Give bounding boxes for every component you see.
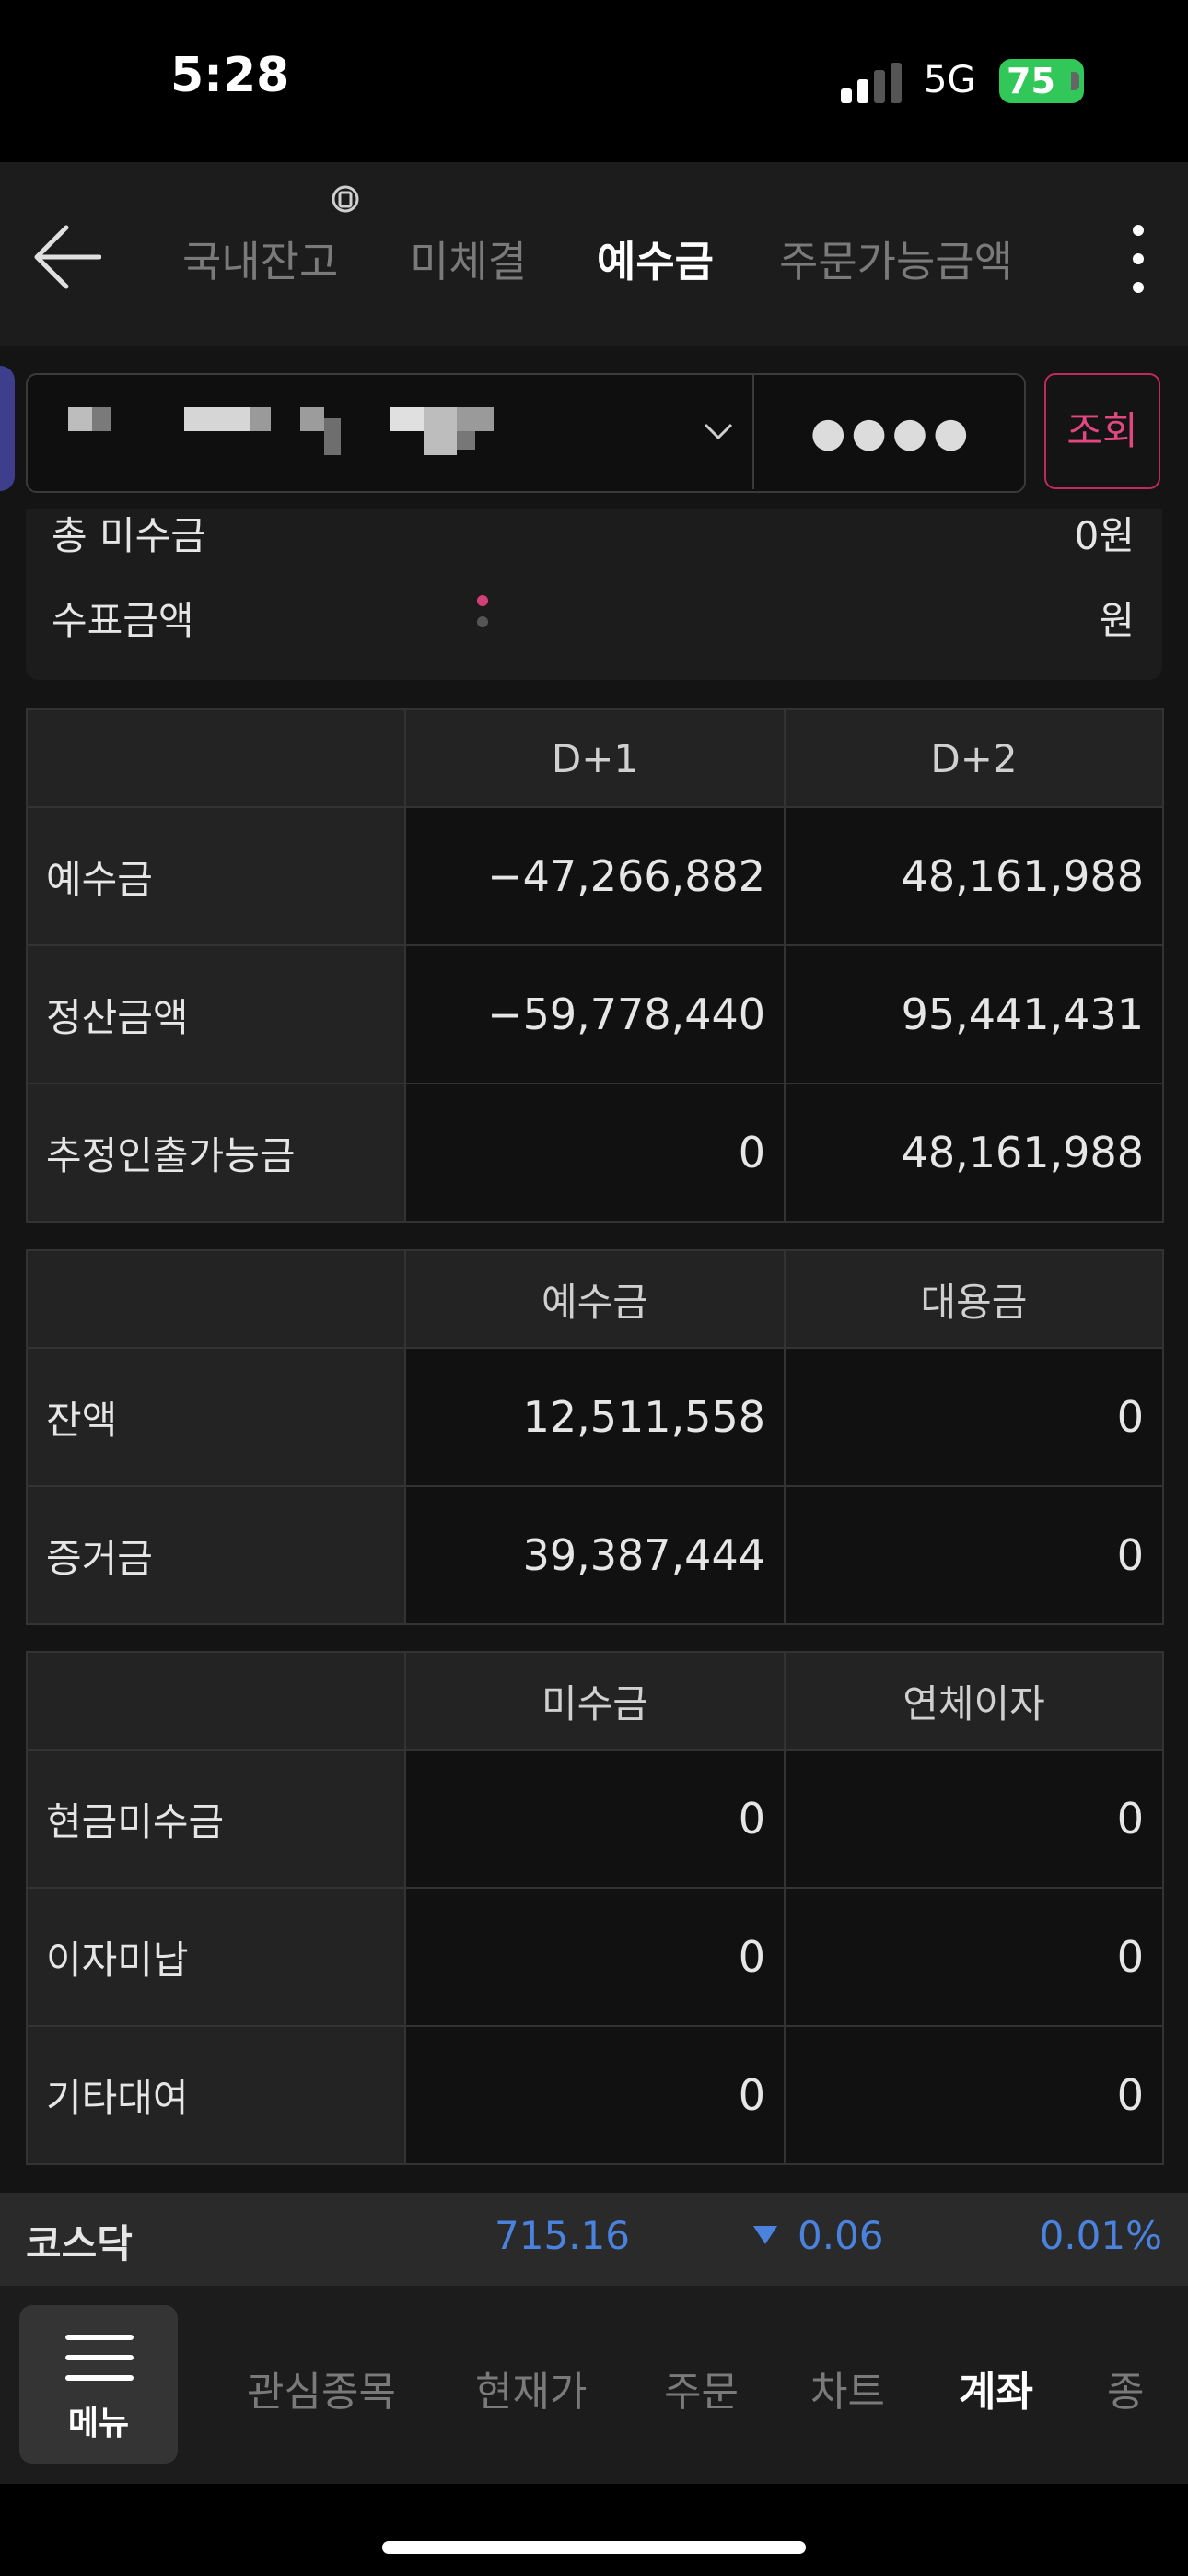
table-row: 정산금액 −59,778,440 95,441,431 — [26, 944, 1164, 1084]
account-divider — [752, 373, 754, 489]
total-unpaid-label: 총 미수금 — [52, 513, 206, 558]
row-label: 이자미납 — [26, 1887, 406, 2027]
table-header-row: 미수금 연체이자 — [26, 1651, 1164, 1751]
down-triangle-icon — [753, 2226, 777, 2244]
ticker-price: 715.16 — [495, 2213, 630, 2258]
value-cell: 0 — [404, 2025, 786, 2165]
value-cell: 48,161,988 — [784, 1083, 1164, 1223]
header-cell: 연체이자 — [784, 1651, 1164, 1751]
header-cell: 대용금 — [784, 1249, 1164, 1349]
value-cell: 0 — [404, 1749, 786, 1889]
hamburger-icon — [65, 2335, 134, 2340]
page-indicator-dot-active — [477, 595, 488, 606]
header-cell: 미수금 — [404, 1651, 786, 1751]
chevron-down-icon[interactable] — [704, 422, 733, 440]
signal-icon — [841, 63, 902, 103]
table-header-row: 예수금 대용금 — [26, 1249, 1164, 1349]
battery-cap — [1071, 72, 1079, 90]
password-field[interactable]: ●●●● — [810, 409, 974, 456]
table-row: 이자미납 0 0 — [26, 1887, 1164, 2027]
value-cell: 0 — [784, 1887, 1164, 2027]
value-cell: −47,266,882 — [404, 806, 786, 946]
value-cell: 48,161,988 — [784, 806, 1164, 946]
page-indicator-dot — [477, 616, 488, 627]
nav-watchlist[interactable]: 관심종목 — [247, 2359, 396, 2418]
ticker-change-pct: 0.01% — [1039, 2213, 1162, 2258]
table-header-row: D+1 D+2 — [26, 708, 1164, 808]
hamburger-icon-line — [65, 2375, 134, 2381]
status-time: 5:28 — [170, 48, 290, 103]
value-cell: 95,441,431 — [784, 944, 1164, 1084]
ticker-change: 0.06 — [798, 2213, 884, 2258]
tab-unfilled[interactable]: 미체결 — [410, 228, 527, 289]
tab-deposit[interactable]: 예수금 — [597, 228, 714, 289]
side-drawer-handle[interactable] — [0, 366, 15, 491]
tab-orderable-amount[interactable]: 주문가능금액 — [779, 228, 1013, 289]
header-cell — [26, 708, 406, 808]
header-cell: D+1 — [404, 708, 786, 808]
total-unpaid-value: 0원 — [1074, 513, 1135, 558]
value-cell: −59,778,440 — [404, 944, 786, 1084]
value-cell: 12,511,558 — [404, 1347, 786, 1487]
nav-current-price[interactable]: 현재가 — [475, 2359, 587, 2418]
value-cell: 0 — [404, 1083, 786, 1223]
tab-domestic-balance[interactable]: 국내잔고 — [182, 228, 338, 289]
menu-label: 메뉴 — [67, 2405, 130, 2442]
check-amount-value: 원 — [1099, 598, 1135, 643]
header-cell: D+2 — [784, 708, 1164, 808]
table-row: 현금미수금 0 0 — [26, 1749, 1164, 1889]
row-label: 추정인출가능금 — [26, 1083, 406, 1223]
unpaid-table: 미수금 연체이자 현금미수금 0 0 이자미납 0 0 기타대여 0 0 — [26, 1651, 1164, 2165]
settlement-table: D+1 D+2 예수금 −47,266,882 48,161,988 정산금액 … — [26, 708, 1164, 1223]
header-cell: 예수금 — [404, 1249, 786, 1349]
value-cell: 0 — [784, 1485, 1164, 1625]
row-label: 예수금 — [26, 806, 406, 946]
masked-account-number — [68, 407, 494, 455]
ticker-index-name: 코스닥 — [26, 2221, 133, 2266]
nav-overflow-item[interactable]: 종 — [1107, 2359, 1164, 2418]
nav-chart[interactable]: 차트 — [810, 2359, 885, 2418]
value-cell: 0 — [784, 1749, 1164, 1889]
deposit-table: 예수금 대용금 잔액 12,511,558 0 증거금 39,387,444 0 — [26, 1249, 1164, 1625]
network-label: 5G — [924, 59, 976, 101]
value-cell: 39,387,444 — [404, 1485, 786, 1625]
table-row: 예수금 −47,266,882 48,161,988 — [26, 806, 1164, 946]
header-cell — [26, 1249, 406, 1349]
check-amount-label: 수표금액 — [52, 598, 194, 643]
table-row: 잔액 12,511,558 0 — [26, 1347, 1164, 1487]
nav-order[interactable]: 주문 — [664, 2359, 739, 2418]
row-label: 현금미수금 — [26, 1749, 406, 1889]
value-cell: 0 — [784, 1347, 1164, 1487]
more-vertical-icon[interactable] — [1127, 223, 1149, 295]
home-indicator-area — [0, 2484, 1188, 2576]
row-label: 증거금 — [26, 1485, 406, 1625]
row-label: 잔액 — [26, 1347, 406, 1487]
row-label: 기타대여 — [26, 2025, 406, 2165]
query-button[interactable]: 조회 — [1044, 373, 1160, 489]
row-label: 정산금액 — [26, 944, 406, 1084]
table-row: 증거금 39,387,444 0 — [26, 1485, 1164, 1625]
header-cell — [26, 1651, 406, 1751]
sync-icon — [332, 185, 359, 213]
table-row: 기타대여 0 0 — [26, 2025, 1164, 2165]
home-indicator[interactable] — [382, 2541, 806, 2554]
back-arrow-icon[interactable] — [33, 223, 101, 291]
value-cell: 0 — [784, 2025, 1164, 2165]
hamburger-icon-line — [65, 2355, 134, 2360]
value-cell: 0 — [404, 1887, 786, 2027]
battery-percent: 75 — [1007, 61, 1055, 101]
table-row: 추정인출가능금 0 48,161,988 — [26, 1083, 1164, 1223]
nav-account[interactable]: 계좌 — [959, 2359, 1033, 2418]
